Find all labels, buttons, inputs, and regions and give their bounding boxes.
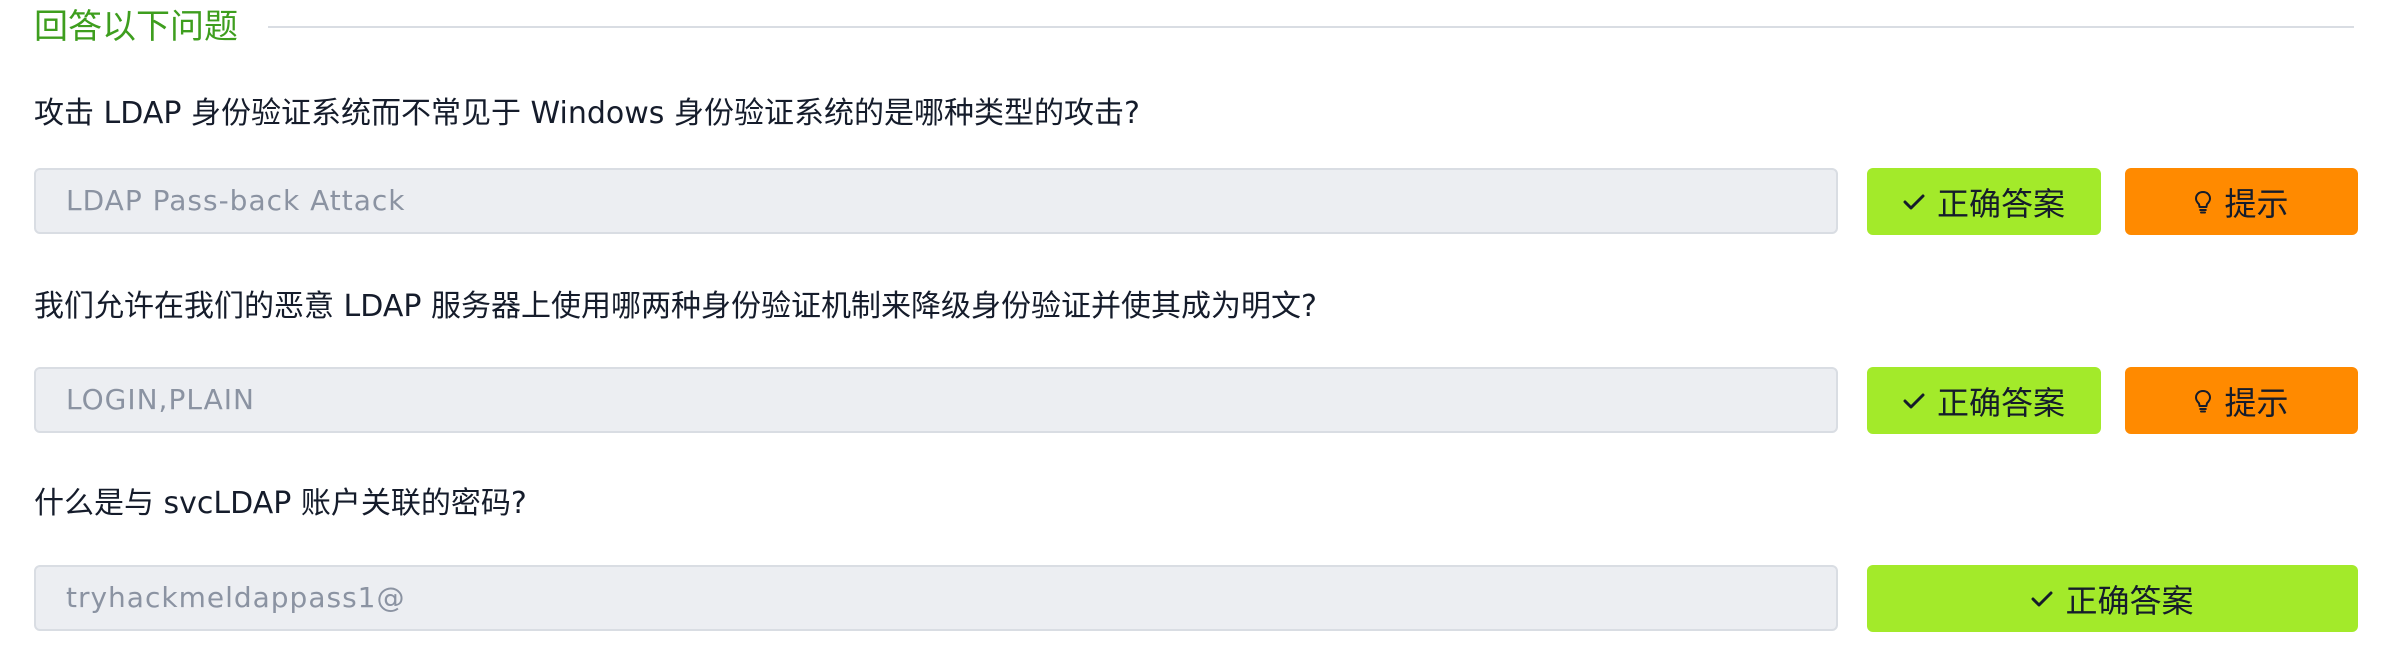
check-icon xyxy=(1903,193,1925,211)
answer-field-3[interactable]: tryhackmeldappass1@ xyxy=(34,565,1838,631)
correct-answer-label: 正确答案 xyxy=(2065,581,2194,620)
answer-field-2[interactable]: LOGIN,PLAIN xyxy=(34,367,1838,433)
correct-answer-button-1[interactable]: 正确答案 xyxy=(1867,168,2101,235)
section-divider xyxy=(268,26,2354,28)
question-text-1: 攻击 LDAP 身份验证系统而不常见于 Windows 身份验证系统的是哪种类型… xyxy=(34,96,1140,131)
correct-answer-label: 正确答案 xyxy=(1936,184,2065,223)
hint-label: 提示 xyxy=(2224,184,2289,223)
check-icon xyxy=(2031,590,2053,608)
hint-label: 提示 xyxy=(2224,383,2289,422)
hint-button-2[interactable]: 提示 xyxy=(2125,367,2358,434)
correct-answer-label: 正确答案 xyxy=(1936,383,2065,422)
lightbulb-icon xyxy=(2194,190,2212,214)
section-title: 回答以下问题 xyxy=(34,7,238,47)
questions-panel: 回答以下问题 攻击 LDAP 身份验证系统而不常见于 Windows 身份验证系… xyxy=(0,0,2388,645)
correct-answer-button-2[interactable]: 正确答案 xyxy=(1867,367,2101,434)
hint-button-1[interactable]: 提示 xyxy=(2125,168,2358,235)
question-text-3: 什么是与 svcLDAP 账户关联的密码? xyxy=(34,486,527,521)
correct-answer-button-3[interactable]: 正确答案 xyxy=(1867,565,2358,632)
check-icon xyxy=(1903,392,1925,410)
section-header: 回答以下问题 xyxy=(34,0,2354,54)
question-text-2: 我们允许在我们的恶意 LDAP 服务器上使用哪两种身份验证机制来降级身份验证并使… xyxy=(34,289,1317,324)
answer-field-1[interactable]: LDAP Pass-back Attack xyxy=(34,168,1838,234)
lightbulb-icon xyxy=(2194,389,2212,413)
